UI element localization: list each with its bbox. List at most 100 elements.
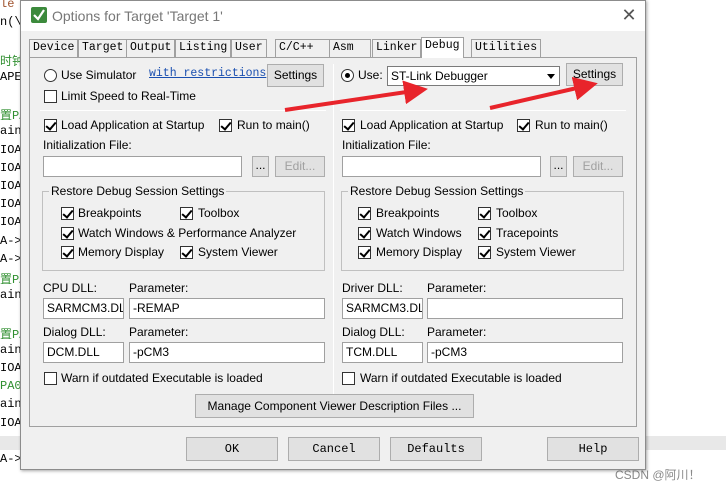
left-watch-label: Watch Windows & Performance Analyzer [78,226,297,240]
debugger-settings-button[interactable]: Settings [566,63,623,86]
left-memory-checkbox[interactable] [61,246,74,259]
right-watch-checkbox[interactable] [358,227,371,240]
right-load-app-checkbox[interactable] [342,119,355,132]
tab-linker[interactable]: Linker [372,39,422,57]
cpu-dll-label: CPU DLL: [43,281,98,295]
code-line: APE [0,69,22,84]
tab-utilities[interactable]: Utilities [471,39,542,57]
keil-app-icon [31,7,47,23]
code-line: ain [0,397,22,412]
right-warn-checkbox[interactable] [342,372,355,385]
left-breakpoints-label: Breakpoints [78,206,142,220]
right-tracepoints-checkbox[interactable] [478,227,491,240]
code-line: A-> [0,251,22,266]
tab-asm[interactable]: Asm [329,39,371,57]
code-line: PA0 [0,379,22,394]
left-dialog-dll-input[interactable]: DCM.DLL [43,342,124,363]
cancel-button[interactable]: Cancel [288,437,380,461]
right-memory-checkbox[interactable] [358,246,371,259]
cpu-param-label: Parameter: [129,281,189,295]
left-toolbox-checkbox[interactable] [180,207,193,220]
code-line: A-> [0,452,22,466]
debug-panel: Use Simulator with restrictions Settings… [29,57,637,427]
left-init-file-label: Initialization File: [43,138,132,152]
right-tracepoints-label: Tracepoints [496,226,559,240]
left-memory-label: Memory Display [78,245,165,259]
right-memory-label: Memory Display [376,245,463,259]
tab-debug[interactable]: Debug [421,37,464,58]
tab-output[interactable]: Output [126,39,176,57]
debugger-select[interactable]: ST-Link Debugger [387,66,560,86]
cpu-param-input[interactable]: -REMAP [129,298,325,319]
right-system-viewer-checkbox[interactable] [478,246,491,259]
right-browse-button[interactable]: ... [550,156,567,177]
left-load-app-label: Load Application at Startup [61,118,205,132]
right-edit-button[interactable]: Edit... [573,156,623,177]
right-toolbox-checkbox[interactable] [478,207,491,220]
cpu-dll-input[interactable]: SARMCM3.DLL [43,298,124,319]
left-watch-checkbox[interactable] [61,227,74,240]
use-debugger-radio[interactable] [341,69,354,82]
tab-user[interactable]: User [231,39,267,57]
right-dialog-dll-input[interactable]: TCM.DLL [342,342,423,363]
code-line: ain [0,342,22,357]
defaults-button[interactable]: Defaults [390,437,482,461]
left-dialog-dll-label: Dialog DLL: [43,325,106,339]
code-line: n(\ [0,15,22,30]
driver-param-input[interactable] [427,298,623,319]
driver-param-label: Parameter: [427,281,487,295]
code-line: IOA [0,179,22,193]
ok-button[interactable]: OK [186,437,278,461]
dialog-title: Options for Target 'Target 1' [52,8,223,24]
right-watch-label: Watch Windows [376,226,462,240]
code-line: IOA [0,215,22,230]
left-load-app-checkbox[interactable] [44,119,57,132]
driver-dll-input[interactable]: SARMCM3.DLL [342,298,423,319]
left-restore-title: Restore Debug Session Settings [49,184,227,198]
with-restrictions-link[interactable]: with restrictions [149,67,266,80]
left-dialog-param-label: Parameter: [129,325,189,339]
debugger-select-value: ST-Link Debugger [391,69,488,83]
code-line: A-> [0,233,22,248]
left-run-to-main-label: Run to main() [237,118,310,132]
left-dialog-param-input[interactable]: -pCM3 [129,342,325,363]
right-breakpoints-checkbox[interactable] [358,207,371,220]
right-init-file-input[interactable] [342,156,541,177]
code-line: IOA [0,415,22,430]
left-warn-label: Warn if outdated Executable is loaded [61,371,263,385]
tab-c-cpp[interactable]: C/C++ [275,39,330,57]
right-run-to-main-checkbox[interactable] [517,119,530,132]
right-dialog-dll-label: Dialog DLL: [342,325,405,339]
use-simulator-label: Use Simulator [61,68,137,82]
use-simulator-radio[interactable] [44,69,57,82]
simulator-settings-button[interactable]: Settings [267,64,324,87]
left-browse-button[interactable]: ... [252,156,269,177]
left-edit-button[interactable]: Edit... [275,156,325,177]
options-dialog: Options for Target 'Target 1' ✕ Device T… [20,0,646,470]
left-separator-1 [40,110,326,111]
limit-speed-checkbox[interactable] [44,90,57,103]
left-system-viewer-checkbox[interactable] [180,246,193,259]
tab-listing[interactable]: Listing [175,39,232,57]
code-line: IOA [0,160,22,175]
left-warn-checkbox[interactable] [44,372,57,385]
tab-target[interactable]: Target [78,39,128,57]
right-breakpoints-label: Breakpoints [376,206,440,220]
code-line: ain [0,288,22,303]
help-button[interactable]: Help [547,437,639,461]
title-bar: Options for Target 'Target 1' ✕ [21,1,645,31]
left-run-to-main-checkbox[interactable] [219,119,232,132]
close-icon[interactable]: ✕ [619,5,639,25]
right-separator-1 [340,110,626,111]
left-init-file-input[interactable] [43,156,242,177]
left-breakpoints-checkbox[interactable] [61,207,74,220]
left-system-viewer-label: System Viewer [198,245,278,259]
right-load-app-label: Load Application at Startup [360,118,504,132]
manage-component-viewer-button[interactable]: Manage Component Viewer Description File… [195,394,474,418]
right-restore-title: Restore Debug Session Settings [348,184,526,198]
right-dialog-param-label: Parameter: [427,325,487,339]
tab-device[interactable]: Device [29,39,79,57]
chevron-down-icon[interactable] [543,68,558,84]
right-dialog-param-input[interactable]: -pCM3 [427,342,623,363]
driver-dll-label: Driver DLL: [342,281,403,295]
